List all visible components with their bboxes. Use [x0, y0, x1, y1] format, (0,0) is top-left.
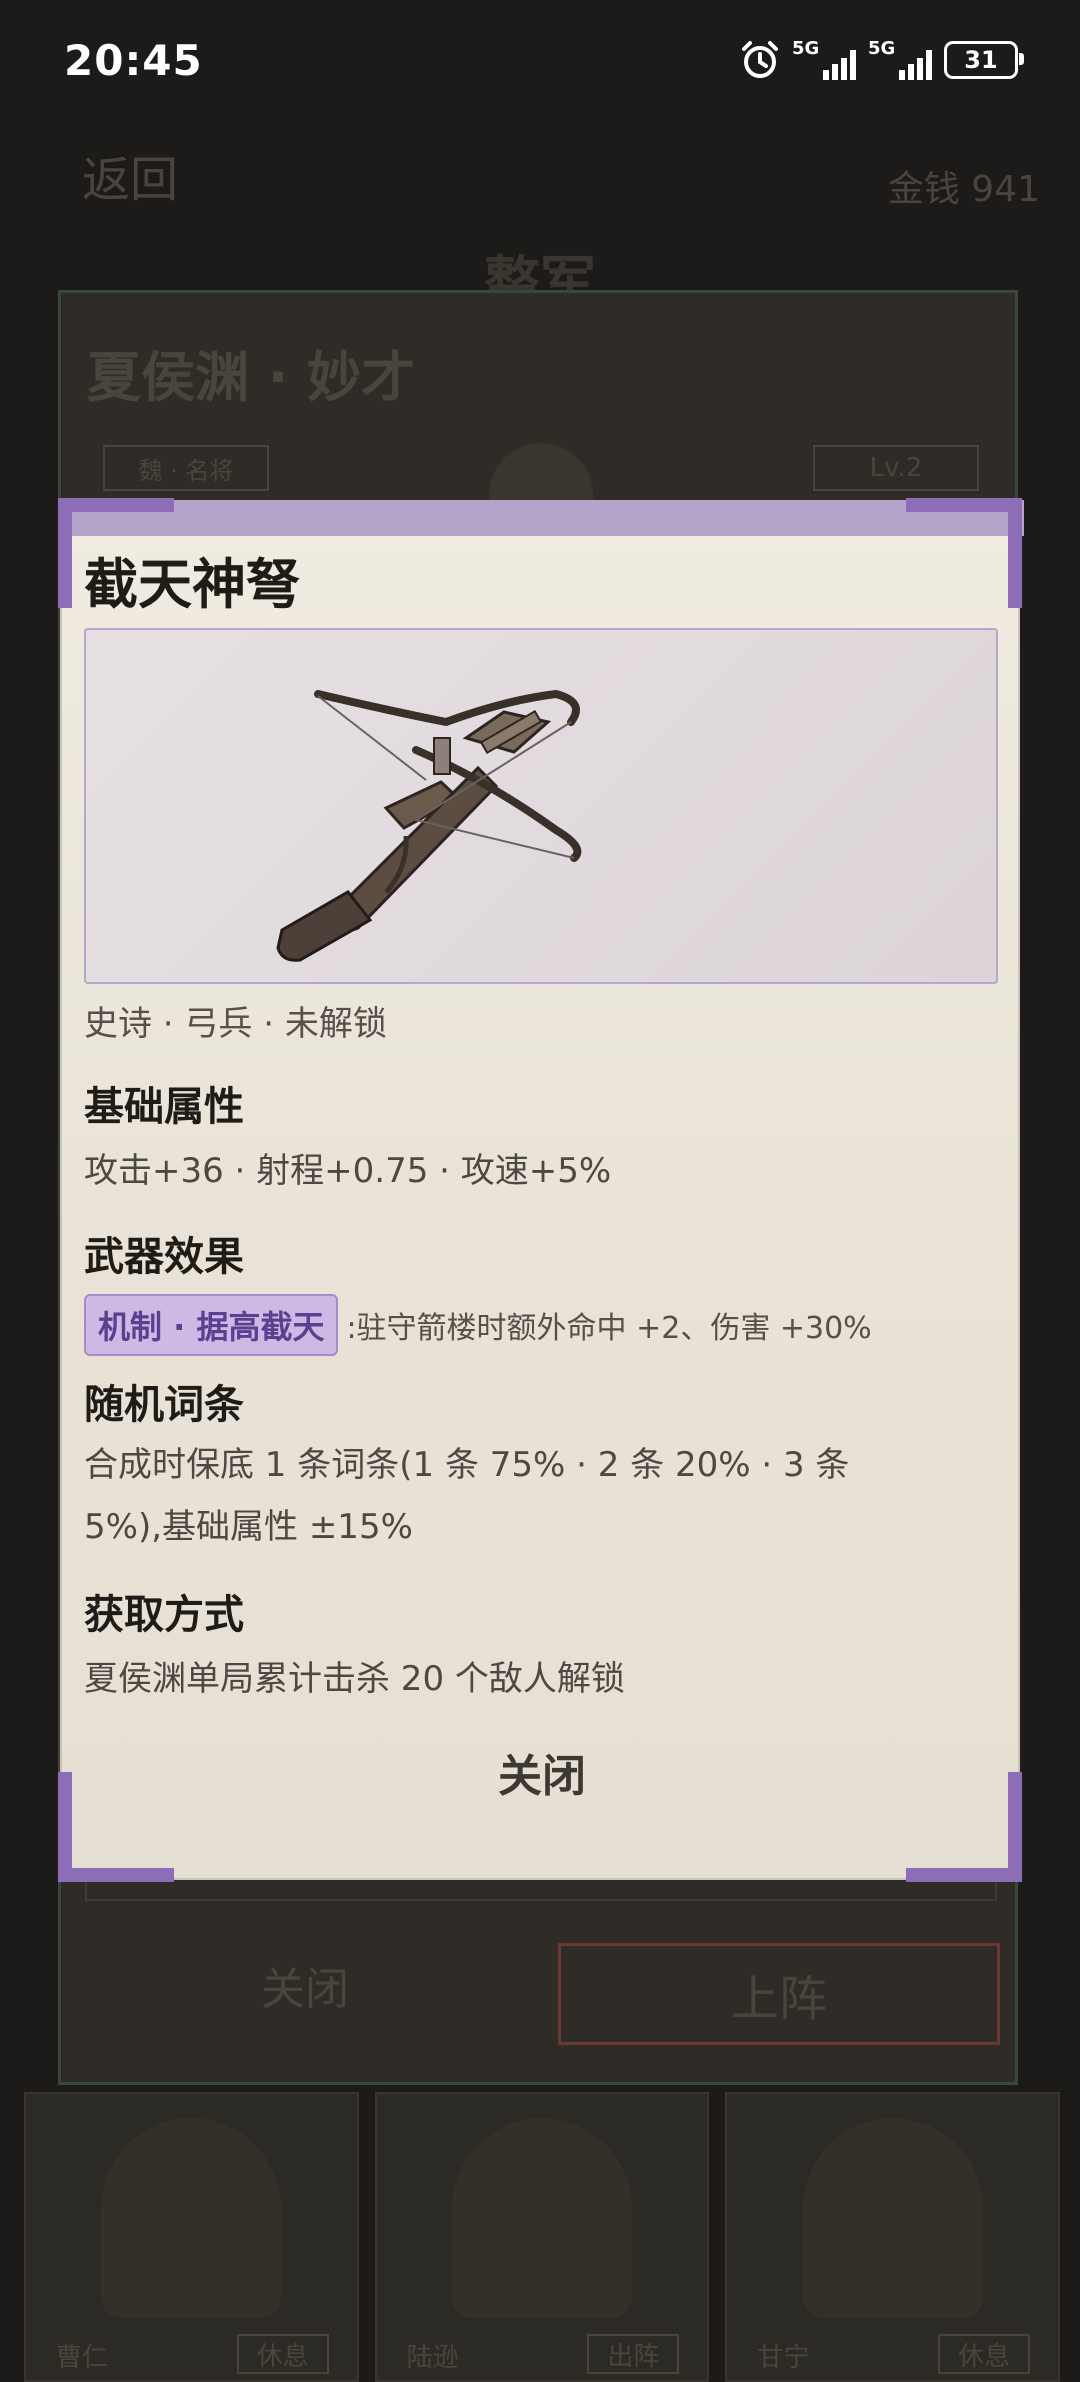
roster-status-badge: 休息: [938, 2334, 1031, 2374]
obtain-method-heading: 获取方式: [84, 1592, 244, 1638]
roster-slot[interactable]: 曹仁 休息: [24, 2092, 359, 2382]
corner-ornament: [58, 498, 72, 608]
weapon-detail-modal: 截天神弩 史诗 · 弓兵 · 未解锁 基础属性 攻击+36 · 射程+0.75 …: [58, 498, 1024, 1882]
hero-name: 夏侯渊 · 妙才: [87, 346, 416, 409]
weapon-effect-heading: 武器效果: [84, 1234, 244, 1280]
card-close-button[interactable]: 关闭: [261, 1953, 349, 2017]
roster-status-badge: 出阵: [587, 2334, 680, 2374]
deploy-button[interactable]: 上阵: [558, 1943, 1000, 2045]
effect-description: :驻守箭楼时额外命中 +2、伤害 +30%: [346, 1311, 872, 1346]
modal-header-band: [60, 500, 1024, 536]
roster-slot[interactable]: 陆逊 出阵: [374, 2092, 710, 2382]
random-affix-line: 5%),基础属性 ±15%: [84, 1507, 413, 1547]
status-icons: 5G 5G 31: [740, 38, 1024, 80]
random-affix-text: 合成时保底 1 条词条(1 条 75% · 2 条 20% · 3 条 5%),…: [84, 1434, 964, 1558]
roster-status-badge: 休息: [236, 2334, 329, 2374]
hero-portrait: [802, 2118, 983, 2318]
corner-ornament: [58, 1868, 174, 1882]
level-tag: Lv.2: [813, 445, 979, 491]
corner-ornament: [906, 498, 1022, 512]
weapon-effect-row: 机制 · 据高截天 :驻守箭楼时额外命中 +2、伤害 +30%: [84, 1294, 872, 1356]
hero-portrait: [101, 2118, 282, 2318]
obtain-method-text: 夏侯渊单局累计击杀 20 个敌人解锁: [84, 1659, 625, 1699]
crossbow-icon: [276, 689, 582, 962]
weapon-subtitle: 史诗 · 弓兵 · 未解锁: [84, 1004, 387, 1044]
back-button[interactable]: 返回: [82, 140, 178, 210]
status-time: 20:45: [64, 36, 203, 85]
alarm-icon: [742, 41, 778, 78]
roster-hero-name: 甘宁: [757, 2343, 810, 2373]
faction-tag: 魏 · 名将: [103, 445, 269, 491]
hero-roster: 曹仁 休息 陆逊 出阵 甘宁 休息: [24, 2092, 1061, 2382]
network-type-label: 5G: [792, 38, 820, 59]
roster-slot[interactable]: 甘宁 休息: [725, 2092, 1061, 2382]
basic-stats-text: 攻击+36 · 射程+0.75 · 攻速+5%: [84, 1151, 612, 1191]
effect-badge: 机制 · 据高截天: [84, 1294, 339, 1356]
random-affix-line: 合成时保底 1 条词条(1 条 75% · 2 条 20% · 3 条: [84, 1445, 850, 1485]
roster-hero-name: 陆逊: [406, 2343, 459, 2373]
signal-icon: 5G: [868, 38, 932, 80]
money-display: 金钱 941: [887, 169, 1040, 210]
hero-portrait: [452, 2118, 632, 2318]
battery-icon: 31: [944, 41, 1024, 79]
corner-ornament: [1008, 498, 1022, 608]
basic-stats-heading: 基础属性: [84, 1084, 244, 1130]
roster-hero-name: 曹仁: [56, 2343, 109, 2373]
corner-ornament: [906, 1868, 1022, 1882]
modal-close-button[interactable]: 关闭: [62, 1740, 1022, 1804]
signal-icon: 5G: [792, 38, 856, 80]
weapon-image: [84, 628, 998, 984]
corner-ornament: [58, 498, 174, 512]
weapon-title: 截天神弩: [84, 553, 300, 616]
status-bar: 20:45 5G 5G 31: [0, 0, 1080, 125]
random-affix-heading: 随机词条: [84, 1382, 244, 1428]
network-type-label: 5G: [868, 38, 896, 59]
